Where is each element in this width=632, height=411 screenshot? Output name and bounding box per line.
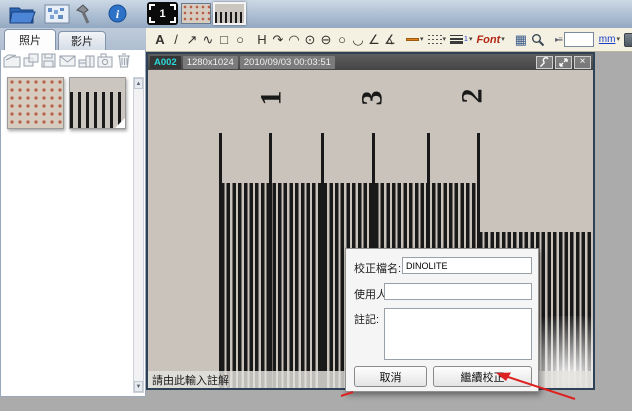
measure-arc-tool[interactable]: ◡ [350, 30, 366, 50]
mail-icon[interactable] [59, 52, 77, 74]
image-window-header: A002 1280x1024 2010/09/03 00:03:51 × [148, 54, 593, 70]
line-color-button[interactable]: ▾ [404, 30, 426, 50]
measure-angle-tool[interactable]: ∠ [366, 30, 382, 50]
bracket-corner [170, 4, 176, 10]
camera-preview-ruler-selected[interactable] [213, 2, 246, 25]
measure-circle-radius-tool[interactable]: ⊙ [302, 30, 318, 50]
capture-image-icon[interactable] [44, 4, 70, 29]
rectangle-tool[interactable]: □ [216, 30, 232, 50]
grid-icon: ▦ [515, 32, 527, 48]
magnifier-icon [531, 33, 545, 47]
measure-polygon-tool[interactable]: ◠ [286, 30, 302, 50]
line-style-button[interactable]: ▾ [426, 30, 449, 50]
ruler-number: 2 [456, 89, 490, 104]
scroll-up-button[interactable]: ▲ [134, 78, 143, 89]
chevron-down-icon: ▾ [443, 36, 447, 43]
camera-preview-dots[interactable] [181, 3, 211, 24]
image-id-badge: A002 [150, 56, 181, 69]
close-icon: × [580, 57, 586, 67]
chevron-down-icon: ▾ [616, 36, 620, 43]
arrow-tool[interactable]: ↗ [184, 30, 200, 50]
magnifier-button[interactable] [529, 30, 547, 50]
open-folder-icon[interactable] [8, 3, 36, 30]
tab-videos-label: 影片 [71, 33, 93, 49]
resolution-badge: 1280x1024 [183, 56, 238, 69]
continue-calibration-button[interactable]: 繼續校正 [433, 366, 532, 387]
cancel-button[interactable]: 取消 [354, 366, 427, 387]
unit-button[interactable]: mm ▾ [597, 30, 622, 50]
expand-icon [558, 57, 569, 68]
measure-circle-diameter-tool[interactable]: ⊖ [318, 30, 334, 50]
thumbnail-dot-sample[interactable] [7, 77, 64, 129]
annotation-toolbar: A / ↗ ∿ □ ○ H ↷ ◠ ⊙ ⊖ ○ ◡ ∠ ∡ ▾ ▾ 1 ▾ Fo… [146, 28, 632, 52]
measure-line-tool[interactable]: H [254, 30, 270, 50]
spinner-icon: ▸≡ [555, 35, 562, 44]
chevron-down-icon: ▾ [469, 36, 473, 43]
tools-hammer-icon[interactable] [74, 3, 94, 30]
trash-icon[interactable] [115, 52, 133, 74]
photo-list-panel: ▲ ▼ [0, 50, 146, 397]
tab-photos-label: 照片 [19, 32, 41, 48]
user-label: 使用人 [354, 286, 387, 302]
unit-label: mm [599, 34, 616, 45]
thumbnail-ruler-selected[interactable] [69, 77, 126, 129]
bracket-corner [149, 4, 155, 10]
dark-tool-icon [624, 33, 632, 47]
annotation-hint: 請由此輸入註解 [152, 375, 229, 387]
snapshot-icon[interactable] [96, 52, 114, 74]
measure-continuous-line-tool[interactable]: ↷ [270, 30, 286, 50]
line-color-swatch-icon [406, 38, 419, 41]
main-toolbar: i 1 [0, 0, 632, 28]
font-label: Font [476, 34, 500, 46]
ruler-number: 1 [255, 91, 289, 106]
folder-edit-icon[interactable] [3, 52, 21, 74]
image-settings-button[interactable] [536, 56, 553, 69]
photo-copy-icon[interactable] [22, 52, 40, 74]
line-thickness-icon [450, 35, 463, 44]
measurement-settings-button[interactable]: ▾ [622, 30, 632, 50]
measure-three-point-angle-tool[interactable]: ∡ [382, 30, 398, 50]
photo-list-scrollbar[interactable]: ▲ ▼ [133, 77, 144, 393]
tab-photos[interactable]: 照片 [4, 29, 56, 50]
export-package-icon[interactable] [78, 52, 96, 74]
timestamp-badge: 2010/09/03 00:03:51 [240, 56, 335, 69]
photo-actions-row [3, 52, 133, 74]
calibration-name-input[interactable] [402, 257, 532, 274]
magnification-spinner[interactable]: ▸≡ [553, 30, 564, 50]
tab-videos[interactable]: 影片 [58, 31, 106, 50]
save-icon[interactable] [40, 52, 58, 74]
magnification-input[interactable] [564, 32, 594, 47]
thickness-value: 1 [464, 36, 468, 43]
notes-textarea[interactable] [384, 308, 532, 360]
notes-label: 註記: [354, 311, 379, 327]
bracket-corner [149, 17, 155, 23]
ellipse-tool[interactable]: ○ [232, 30, 248, 50]
camera-selector[interactable]: 1 [147, 2, 178, 25]
close-image-button[interactable]: × [574, 56, 591, 69]
calibration-dialog: 校正檔名: 使用人 註記: 取消 繼續校正 [345, 248, 539, 392]
window-controls: × [536, 56, 591, 69]
chevron-down-icon: ▾ [501, 36, 505, 43]
tab-strip: 照片 影片 [0, 28, 146, 50]
bracket-corner [170, 17, 176, 23]
freehand-tool[interactable]: ∿ [200, 30, 216, 50]
user-input[interactable] [384, 283, 532, 300]
line-style-icon [428, 35, 442, 44]
line-thickness-button[interactable]: 1 ▾ [448, 30, 474, 50]
ruler-number: 3 [356, 91, 390, 106]
line-tool[interactable]: / [168, 30, 184, 50]
measure-three-point-circle-tool[interactable]: ○ [334, 30, 350, 50]
text-tool[interactable]: A [152, 30, 168, 50]
grid-button[interactable]: ▦ [513, 30, 529, 50]
fullscreen-button[interactable] [555, 56, 572, 69]
scroll-down-button[interactable]: ▼ [134, 381, 143, 392]
info-icon[interactable]: i [108, 4, 127, 28]
wrench-icon [539, 57, 550, 68]
calibration-name-label: 校正檔名: [354, 260, 401, 276]
camera-number: 1 [159, 8, 165, 20]
chevron-down-icon: ▾ [420, 36, 424, 43]
font-button[interactable]: Font ▾ [474, 30, 506, 50]
